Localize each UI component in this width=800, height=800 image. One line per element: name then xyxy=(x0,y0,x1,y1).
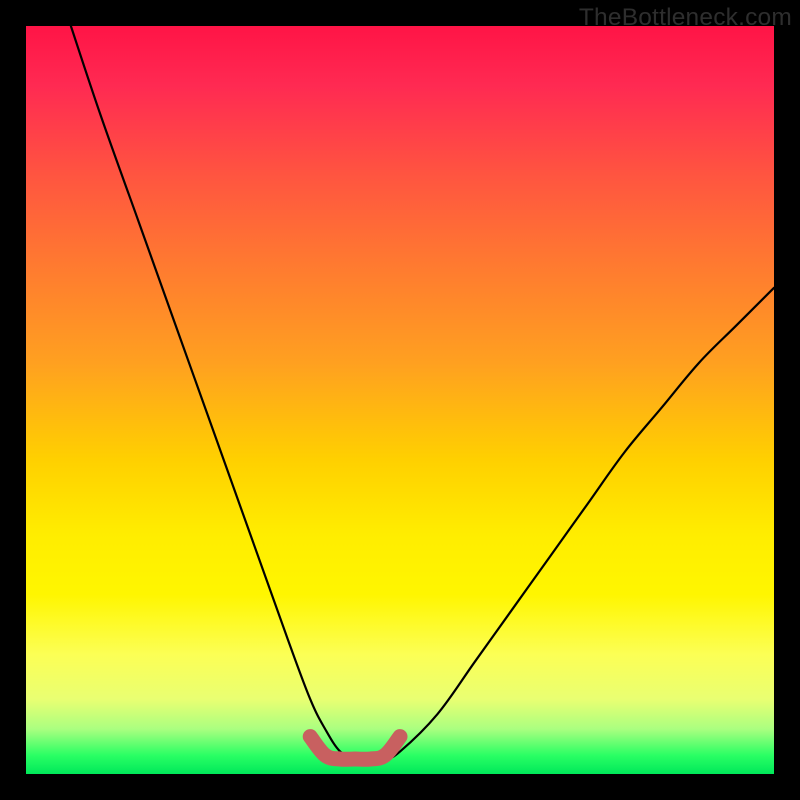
chart-frame: TheBottleneck.com xyxy=(0,0,800,800)
highlight-flat-bottom xyxy=(310,737,400,760)
chart-svg xyxy=(26,26,774,774)
watermark-text: TheBottleneck.com xyxy=(579,4,792,32)
plot-area xyxy=(26,26,774,774)
bottleneck-curve xyxy=(71,26,774,760)
